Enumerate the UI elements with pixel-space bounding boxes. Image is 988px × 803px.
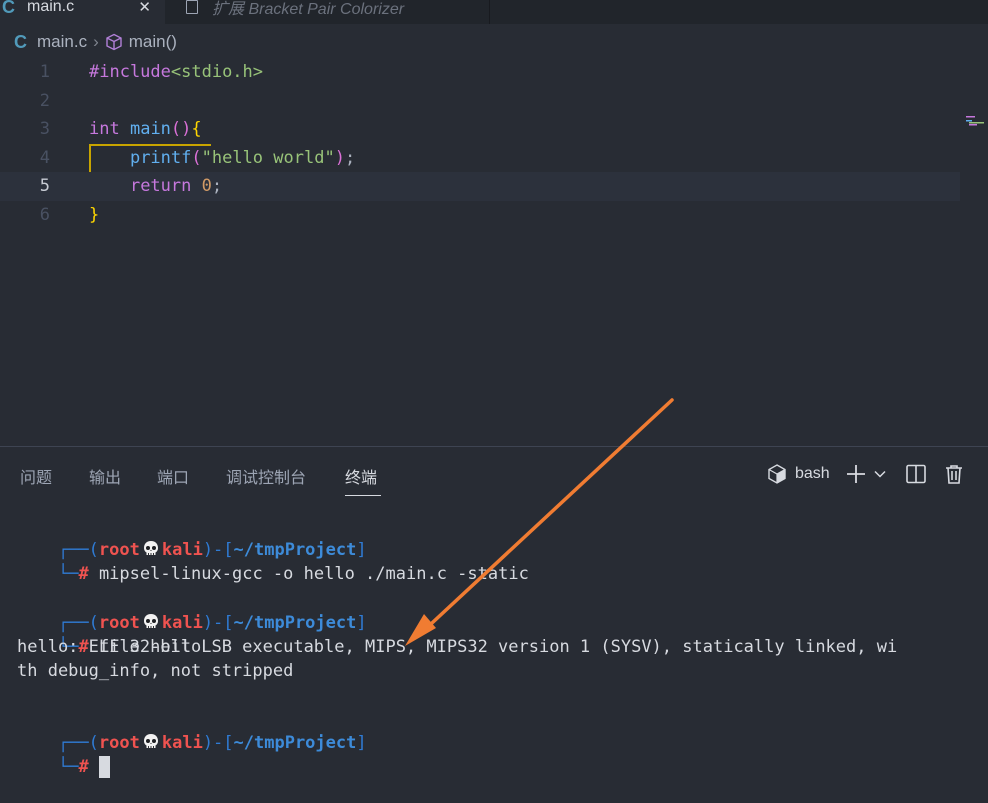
line-number: 6	[39, 204, 50, 225]
tab-output[interactable]: 输出	[89, 464, 121, 488]
code-line[interactable]: 5 return 0;	[0, 172, 960, 201]
c-language-icon: C	[14, 31, 27, 52]
kill-terminal-button[interactable]	[943, 461, 965, 487]
prompt-line: ┌──(root kali)-[~/tmpProject]	[57, 733, 367, 753]
close-icon[interactable]: ✕	[138, 0, 151, 16]
command-text: mipsel-linux-gcc -o hello ./main.c -stat…	[98, 564, 529, 584]
plus-icon	[847, 465, 865, 483]
breadcrumb: C main.c › main()	[14, 30, 177, 54]
code-text: printf("hello world");	[89, 144, 355, 173]
tab-ports[interactable]: 端口	[157, 464, 189, 488]
output-line: th debug_info, not stripped	[17, 661, 294, 681]
code-text: return 0;	[89, 172, 222, 201]
prompt-line: ┌──(root kali)-[~/tmpProject]	[57, 613, 367, 633]
trash-icon	[946, 465, 962, 484]
tab-terminal[interactable]: 终端	[345, 464, 377, 488]
code-token: )	[334, 147, 345, 168]
code-token: printf	[129, 147, 192, 168]
new-terminal-button[interactable]	[845, 461, 867, 487]
terminal-dropdown[interactable]	[873, 461, 887, 487]
minimap[interactable]	[966, 116, 986, 128]
code-line[interactable]: 1 #include<stdio.h>	[0, 58, 960, 87]
code-text: }	[89, 201, 99, 230]
code-token: }	[89, 204, 100, 225]
line-number: 4	[39, 147, 50, 168]
tab-problems[interactable]: 问题	[20, 464, 52, 488]
split-icon	[906, 464, 926, 484]
code-line[interactable]: 6}	[0, 201, 960, 230]
code-token: <stdio.h>	[170, 62, 264, 82]
code-token: int	[89, 119, 120, 139]
tab-label: main.c	[27, 0, 75, 15]
prompt-line: ┌──(root kali)-[~/tmpProject]	[57, 540, 367, 560]
line-number: 3	[39, 119, 50, 139]
terminal-shell-icon	[768, 464, 786, 484]
code-token: (	[191, 147, 202, 168]
code-token: 0	[201, 176, 212, 196]
file-icon	[186, 0, 198, 14]
code-token: ()	[170, 119, 192, 139]
line-number: 1	[39, 62, 50, 82]
editor-tab-bar: C main.c ✕ 扩展 Bracket Pair Colorizer	[0, 0, 988, 24]
skull-icon	[143, 734, 158, 748]
split-terminal-button[interactable]	[905, 461, 927, 487]
terminal-cursor	[98, 756, 110, 778]
code-token: "hello world"	[201, 147, 335, 168]
breadcrumb-symbol[interactable]: main()	[129, 32, 177, 52]
code-token: {	[191, 119, 202, 139]
code-token: ;	[211, 176, 223, 196]
code-text: #include<stdio.h>	[89, 58, 263, 87]
output-line: hello: ELF 32-bit LSB executable, MIPS, …	[17, 637, 898, 657]
line-number: 5	[39, 176, 50, 196]
code-token: main	[129, 119, 171, 139]
command-line: └─#	[17, 731, 110, 778]
breadcrumb-file[interactable]: main.c	[37, 32, 87, 52]
cube-icon	[106, 33, 122, 51]
code-token: return	[129, 176, 192, 196]
c-language-icon: C	[2, 0, 15, 17]
tab-main-c[interactable]: C main.c ✕	[0, 0, 165, 24]
command-line: └─# mipsel-linux-gcc -o hello ./main.c -…	[57, 564, 529, 584]
chevron-down-icon	[874, 470, 886, 478]
chevron-right-icon: ›	[93, 32, 99, 51]
code-line[interactable]: 4 printf("hello world");	[0, 144, 960, 173]
code-line[interactable]: 3 int main(){	[0, 115, 960, 144]
code-token: #include	[89, 62, 171, 82]
panel-tab-bar: 问题 输出 端口 调试控制台 终端 bash	[0, 447, 988, 499]
terminal-profile[interactable]: bash	[766, 461, 830, 487]
tab-debug-console[interactable]: 调试控制台	[226, 464, 306, 488]
command-line: └─# file hello	[57, 637, 202, 657]
code-token: ;	[344, 147, 356, 168]
tab-label: 扩展 Bracket Pair Colorizer	[212, 1, 405, 18]
active-tab-indicator	[345, 495, 381, 496]
shell-name: bash	[795, 465, 830, 482]
tab-extension[interactable]: 扩展 Bracket Pair Colorizer	[166, 0, 490, 24]
code-line[interactable]: 2	[0, 87, 960, 116]
line-number: 2	[39, 90, 50, 111]
code-text: int main(){	[89, 115, 202, 144]
code-editor[interactable]: 1 #include<stdio.h> 2 3 int main(){4 printf(…	[0, 58, 988, 446]
